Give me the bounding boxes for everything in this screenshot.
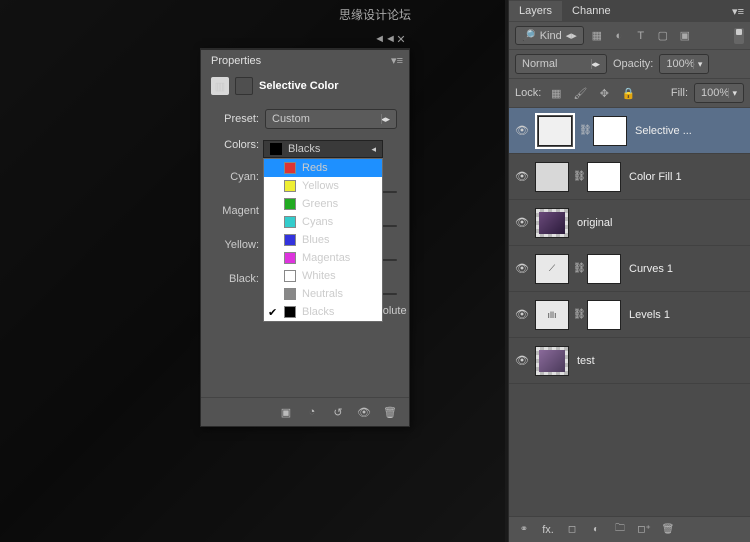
view-previous-icon[interactable]: ◔: [303, 404, 321, 420]
layers-tab[interactable]: Layers: [509, 1, 562, 21]
new-layer-icon[interactable]: ◻⁺: [635, 522, 653, 538]
add-mask-icon[interactable]: ◻: [563, 522, 581, 538]
layer-row[interactable]: 👁 ⟋ ⛓ Curves 1: [509, 246, 750, 292]
yellow-label: Yellow:: [213, 239, 259, 251]
link-icon[interactable]: ⛓: [579, 125, 589, 136]
dropdown-item-reds[interactable]: Reds: [264, 159, 382, 177]
dropdown-item-whites[interactable]: Whites: [264, 267, 382, 285]
lock-label: Lock:: [515, 87, 541, 99]
lock-pixels-icon[interactable]: 🖌: [571, 84, 589, 102]
layer-name-label[interactable]: Curves 1: [625, 263, 746, 275]
layer-mask-thumb[interactable]: [587, 254, 621, 284]
filter-smart-icon[interactable]: ▣: [676, 27, 694, 45]
filter-type-icon[interactable]: T: [632, 27, 650, 45]
panel-close-icon[interactable]: ✕: [395, 33, 407, 45]
dropdown-item-blacks[interactable]: ✔Blacks: [264, 303, 382, 321]
layer-name-label[interactable]: Levels 1: [625, 309, 746, 321]
blend-mode-select[interactable]: Normal◂▸: [515, 54, 607, 74]
link-icon[interactable]: ⛓: [573, 171, 583, 182]
lock-position-icon[interactable]: ✥: [595, 84, 613, 102]
delete-layer-icon[interactable]: 🗑: [659, 522, 677, 538]
black-label: Black:: [213, 273, 259, 285]
mask-mode-icon[interactable]: [235, 77, 253, 95]
preset-select[interactable]: Custom◂▸: [265, 109, 397, 129]
layer-mask-thumb[interactable]: [593, 116, 627, 146]
link-icon[interactable]: ⛓: [573, 309, 583, 320]
dropdown-item-blues[interactable]: Blues: [264, 231, 382, 249]
layer-row[interactable]: 👁 ıllı ⛓ Levels 1: [509, 292, 750, 338]
dropdown-item-yellows[interactable]: Yellows: [264, 177, 382, 195]
lock-transparency-icon[interactable]: ▦: [547, 84, 565, 102]
layer-thumb[interactable]: ⟋: [535, 254, 569, 284]
visibility-toggle-icon[interactable]: 👁: [513, 262, 531, 275]
layer-name-label[interactable]: test: [573, 355, 746, 367]
dropdown-item-cyans[interactable]: Cyans: [264, 213, 382, 231]
filter-toggle[interactable]: [734, 28, 744, 44]
magenta-label: Magent: [213, 205, 259, 217]
layers-options-icon[interactable]: ▾≡: [732, 5, 750, 18]
preset-label: Preset:: [213, 113, 259, 125]
layer-row[interactable]: 👁 original: [509, 200, 750, 246]
filter-kind-select[interactable]: 🔎 Kind ◂▸: [515, 26, 584, 45]
layer-mask-thumb[interactable]: [587, 300, 621, 330]
dropdown-item-neutrals[interactable]: Neutrals: [264, 285, 382, 303]
layer-name-label[interactable]: original: [573, 217, 746, 229]
link-icon[interactable]: ⛓: [573, 263, 583, 274]
filter-pixel-icon[interactable]: ▦: [588, 27, 606, 45]
layer-thumb[interactable]: ıllı: [535, 300, 569, 330]
reset-icon[interactable]: ↺: [329, 404, 347, 420]
layer-row[interactable]: 👁 test: [509, 338, 750, 384]
visibility-toggle-icon[interactable]: 👁: [513, 354, 531, 367]
properties-title: Selective Color: [259, 80, 338, 92]
properties-tab[interactable]: Properties: [201, 51, 271, 71]
layers-list: 👁 ⛓ Selective ... 👁 ⛓ Color Fill 1 👁 original 👁 ⟋…: [509, 108, 750, 516]
visibility-toggle-icon[interactable]: 👁: [513, 170, 531, 183]
visibility-toggle-icon[interactable]: 👁: [513, 216, 531, 229]
fill-select[interactable]: 100%▾: [694, 83, 744, 103]
watermark-center: 思缘设计论坛: [339, 6, 411, 23]
colors-label: Colors:: [213, 139, 259, 151]
layer-name-label[interactable]: Selective ...: [631, 125, 746, 137]
layer-thumb[interactable]: [538, 116, 572, 146]
colors-swatch-icon: [270, 143, 282, 155]
panel-options-icon[interactable]: ▾≡: [391, 54, 409, 67]
new-group-icon[interactable]: 🗀: [611, 522, 629, 538]
selective-color-adj-icon[interactable]: ▥: [211, 77, 229, 95]
layer-name-label[interactable]: Color Fill 1: [625, 171, 746, 183]
layer-thumb[interactable]: [535, 162, 569, 192]
colors-dropdown[interactable]: RedsYellowsGreensCyansBluesMagentasWhite…: [263, 158, 383, 322]
channels-tab[interactable]: Channe: [562, 1, 621, 21]
new-adjustment-icon[interactable]: ◐: [587, 522, 605, 538]
layers-panel: Layers Channe ▾≡ 🔎 Kind ◂▸ ▦ ◐ T ▢ ▣ Nor…: [508, 0, 750, 542]
panel-collapse-icon[interactable]: ◄◄: [379, 33, 391, 45]
layer-row[interactable]: 👁 ⛓ Color Fill 1: [509, 154, 750, 200]
visibility-icon[interactable]: 👁: [355, 404, 373, 420]
filter-shape-icon[interactable]: ▢: [654, 27, 672, 45]
dropdown-item-greens[interactable]: Greens: [264, 195, 382, 213]
layer-row[interactable]: 👁 ⛓ Selective ...: [509, 108, 750, 154]
fill-label: Fill:: [671, 87, 688, 99]
opacity-select[interactable]: 100%▾: [659, 54, 709, 74]
clip-to-layer-icon[interactable]: ▣: [277, 404, 295, 420]
lock-all-icon[interactable]: 🔒: [619, 84, 637, 102]
filter-adjustment-icon[interactable]: ◐: [610, 27, 628, 45]
cyan-label: Cyan:: [213, 171, 259, 183]
layer-style-icon[interactable]: fx.: [539, 522, 557, 538]
layer-mask-thumb[interactable]: [587, 162, 621, 192]
colors-select[interactable]: Blacks ◂: [263, 140, 383, 158]
link-layers-icon[interactable]: ⚭: [515, 522, 533, 538]
opacity-label: Opacity:: [613, 58, 653, 70]
visibility-toggle-icon[interactable]: 👁: [513, 124, 531, 137]
trash-icon[interactable]: 🗑: [381, 404, 399, 420]
visibility-toggle-icon[interactable]: 👁: [513, 308, 531, 321]
dropdown-item-magentas[interactable]: Magentas: [264, 249, 382, 267]
